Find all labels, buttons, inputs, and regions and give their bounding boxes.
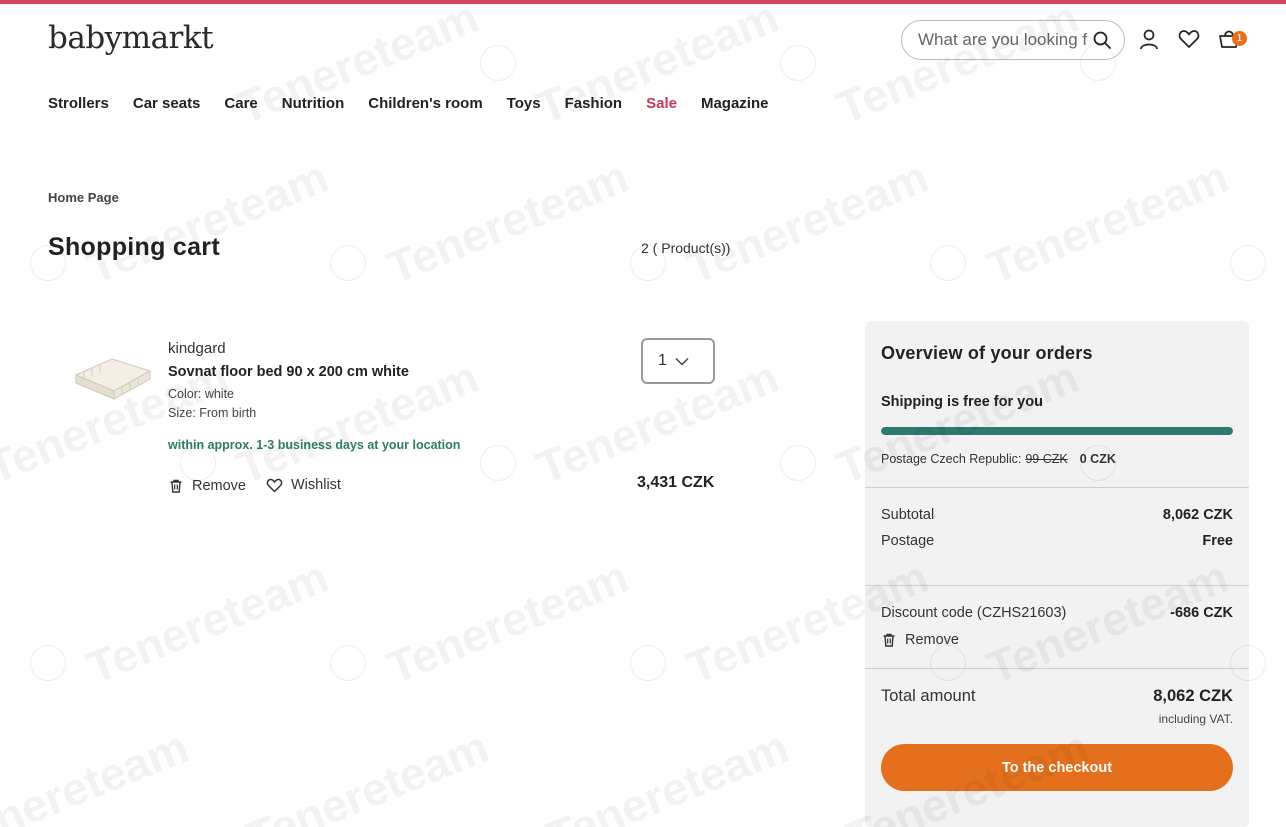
discount-value: -686 CZK: [1170, 605, 1233, 621]
total-label: Total amount: [881, 687, 976, 705]
wishlist-label: Wishlist: [291, 477, 341, 493]
subtotal-label: Subtotal: [881, 507, 935, 523]
watermark-seal: [780, 45, 816, 81]
watermark: Tenereteam: [379, 150, 636, 294]
product-name[interactable]: Sovnat floor bed 90 x 200 cm white: [168, 364, 409, 380]
nav-item-sale[interactable]: Sale: [646, 95, 677, 112]
search-icon[interactable]: [1092, 30, 1112, 50]
divider: [865, 585, 1249, 586]
watermark: Tenereteam: [79, 550, 336, 694]
product-image[interactable]: [72, 345, 152, 400]
subtotal-value: 8,062 CZK: [1162, 507, 1233, 523]
nav-item-childrens-room[interactable]: Children's room: [368, 95, 482, 112]
shipping-progress-fill: [881, 427, 1233, 435]
watermark: Tenereteam: [679, 150, 936, 294]
nav-item-car-seats[interactable]: Car seats: [133, 95, 201, 112]
watermark-seal: [480, 445, 516, 481]
search-box[interactable]: [901, 20, 1125, 60]
watermark: Tenereteam: [79, 150, 336, 294]
main-nav: Strollers Car seats Care Nutrition Child…: [48, 95, 792, 112]
postage-line: Postage Czech Republic: 99 CZK 0 CZK: [881, 452, 1116, 466]
summary-title: Overview of your orders: [881, 343, 1093, 363]
watermark: Tenereteam: [229, 0, 486, 134]
product-color: Color: white: [168, 387, 234, 401]
nav-item-nutrition[interactable]: Nutrition: [282, 95, 344, 112]
total-value: 8,062 CZK: [1153, 687, 1233, 705]
search-input[interactable]: [918, 30, 1088, 50]
product-size: Size: From birth: [168, 406, 257, 420]
remove-discount-label: Remove: [905, 632, 959, 648]
postage-row-value: Free: [1202, 533, 1233, 549]
heart-icon[interactable]: [1178, 29, 1200, 49]
postage-row-label: Postage: [881, 533, 935, 549]
watermark: Tenereteam: [0, 720, 196, 827]
remove-label: Remove: [192, 478, 246, 494]
remove-item-button[interactable]: Remove: [168, 478, 246, 494]
postage-new-price: 0 CZK: [1079, 452, 1116, 466]
watermark-seal: [1230, 245, 1266, 281]
watermark-seal: [30, 645, 66, 681]
watermark-seal: [780, 445, 816, 481]
trash-icon: [883, 633, 895, 647]
wishlist-button[interactable]: Wishlist: [266, 477, 341, 493]
nav-item-care[interactable]: Care: [224, 95, 257, 112]
watermark: Tenereteam: [539, 720, 796, 827]
nav-item-fashion[interactable]: Fashion: [565, 95, 623, 112]
checkout-button[interactable]: To the checkout: [881, 744, 1233, 791]
cart-count-badge: 1: [1232, 31, 1247, 46]
divider: [865, 487, 1249, 488]
trash-icon: [170, 479, 182, 493]
remove-discount-button[interactable]: Remove: [881, 632, 959, 648]
logo[interactable]: babymarkt: [48, 20, 214, 56]
watermark-seal: [630, 645, 666, 681]
postage-label: Postage Czech Republic:: [881, 452, 1022, 466]
watermark-seal: [330, 245, 366, 281]
quantity-select[interactable]: 1: [641, 338, 715, 384]
chevron-down-icon: [675, 357, 689, 366]
nav-item-magazine[interactable]: Magazine: [701, 95, 769, 112]
account-icon[interactable]: [1139, 29, 1159, 50]
watermark: Tenereteam: [379, 550, 636, 694]
product-count: 2 ( Product(s)): [641, 240, 731, 256]
product-brand: kindgard: [168, 340, 226, 357]
order-summary-panel: Overview of your orders Shipping is free…: [865, 321, 1249, 827]
shipping-progress-bar: [881, 427, 1233, 435]
watermark-seal: [930, 245, 966, 281]
heart-icon: [266, 478, 283, 492]
page-title: Shopping cart: [48, 233, 220, 261]
watermark-seal: [480, 45, 516, 81]
watermark-seal: [330, 645, 366, 681]
nav-item-strollers[interactable]: Strollers: [48, 95, 109, 112]
free-shipping-note: Shipping is free for you: [881, 394, 1043, 410]
quantity-value: 1: [658, 352, 667, 369]
vat-note: including VAT.: [1158, 712, 1233, 726]
discount-label: Discount code (CZHS21603): [881, 605, 1067, 621]
delivery-estimate: within approx. 1-3 business days at your…: [168, 438, 461, 452]
watermark: Tenereteam: [979, 150, 1236, 294]
nav-item-toys[interactable]: Toys: [507, 95, 541, 112]
product-price: 3,431 CZK: [637, 474, 715, 491]
brand-top-bar: [0, 0, 1286, 4]
watermark: Tenereteam: [529, 0, 786, 134]
watermark: Tenereteam: [239, 720, 496, 827]
postage-old-price: 99 CZK: [1025, 452, 1068, 466]
breadcrumb[interactable]: Home Page: [48, 190, 119, 205]
divider: [865, 668, 1249, 669]
